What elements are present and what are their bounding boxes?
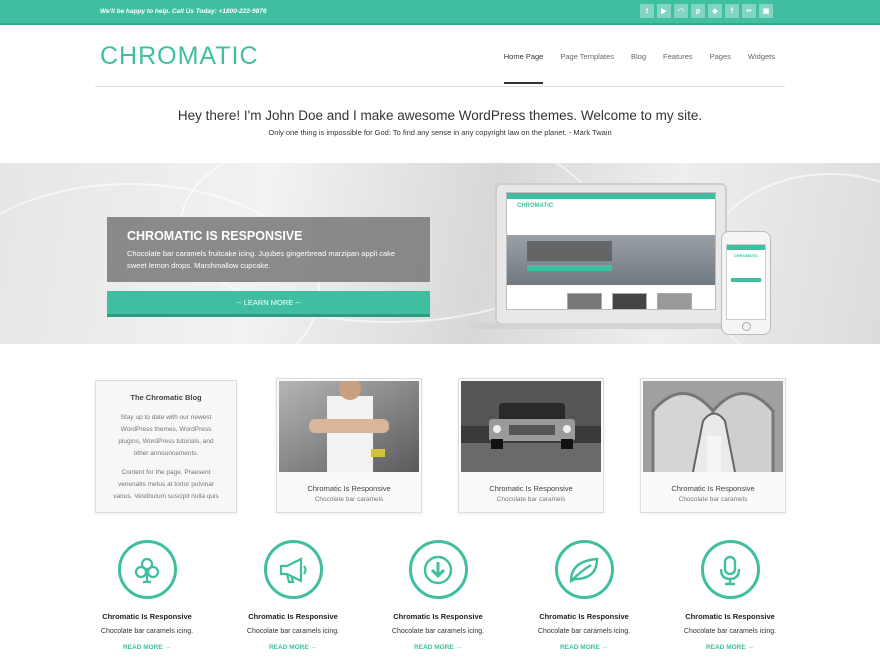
- top-bar: We'll be happy to help. Call Us Today: +…: [0, 0, 880, 25]
- feature-card[interactable]: Chromatic Is Responsive Chocolate bar ca…: [640, 378, 786, 513]
- screen-hero: [507, 235, 715, 285]
- screen-thumb: [657, 293, 692, 309]
- laptop-base: [470, 323, 755, 329]
- phone-mockup: CHROMATIC: [721, 231, 771, 335]
- feature-card[interactable]: Chromatic Is Responsive Chocolate bar ca…: [276, 378, 422, 513]
- club-icon[interactable]: [117, 540, 177, 599]
- card-image-arches: [643, 381, 783, 472]
- intro-heading: Hey there! I'm John Doe and I make aweso…: [177, 108, 703, 123]
- microphone-icon[interactable]: [700, 540, 760, 599]
- phone-home-button: [742, 322, 751, 331]
- feature-text: Chocolate bar caramels icing.: [391, 628, 485, 635]
- site-logo[interactable]: CHROMATIC: [100, 42, 259, 71]
- laptop-mockup: CHROMATIC: [495, 183, 727, 325]
- rss-icon[interactable]: ◠: [674, 4, 688, 18]
- card-title: Chromatic Is Responsive: [489, 484, 573, 493]
- top-bar-tagline: We'll be happy to help. Call Us Today: +…: [100, 8, 267, 15]
- feature-item: Chromatic Is Responsive Chocolate bar ca…: [74, 540, 220, 651]
- nav-pages[interactable]: Pages: [710, 52, 731, 61]
- hero-banner: CHROMATIC IS RESPONSIVE Chocolate bar ca…: [0, 163, 880, 344]
- screen-logo: CHROMATIC: [517, 203, 554, 209]
- hero-text: Chocolate bar caramels fruitcake icing. …: [127, 249, 396, 270]
- feature-title: Chromatic Is Responsive: [248, 612, 338, 621]
- nav-page-templates[interactable]: Page Templates: [560, 52, 614, 61]
- feature-text: Chocolate bar caramels icing.: [683, 628, 777, 635]
- main-nav: Home Page Page Templates Blog Features P…: [503, 52, 775, 84]
- phone-topbar: [727, 245, 765, 250]
- intro-section: Hey there! I'm John Doe and I make aweso…: [0, 108, 880, 137]
- card-image-man: [279, 381, 419, 472]
- card-title: Chromatic Is Responsive: [307, 484, 391, 493]
- screen-caption: [527, 241, 612, 261]
- screen-thumb: [612, 293, 647, 309]
- feature-item: Chromatic Is Responsive Chocolate bar ca…: [511, 540, 657, 651]
- read-more-link[interactable]: READ MORE →: [220, 644, 366, 651]
- read-more-link[interactable]: READ MORE →: [74, 644, 220, 651]
- youtube-icon[interactable]: ▶: [657, 4, 671, 18]
- flickr-icon[interactable]: ••: [742, 4, 756, 18]
- phone-logo: CHROMATIC: [733, 253, 759, 258]
- blog-box-title: The Chromatic Blog: [130, 393, 202, 402]
- read-more-link[interactable]: READ MORE →: [511, 644, 657, 651]
- card-subtitle: Chocolate bar caramels: [314, 496, 384, 503]
- blog-info-box: The Chromatic Blog Stay up to date with …: [95, 380, 237, 513]
- facebook-icon[interactable]: f: [725, 4, 739, 18]
- phone-screen: CHROMATIC: [726, 244, 766, 320]
- feature-item: Chromatic Is Responsive Chocolate bar ca…: [220, 540, 366, 651]
- social-links: t ▶ ◠ p ◆ f •• ▣: [640, 4, 773, 18]
- screen-button: [527, 265, 612, 271]
- feature-title: Chromatic Is Responsive: [685, 612, 775, 621]
- nav-widgets[interactable]: Widgets: [748, 52, 775, 61]
- hero-title: CHROMATIC IS RESPONSIVE: [127, 229, 303, 243]
- card-subtitle: Chocolate bar caramels: [678, 496, 748, 503]
- screen-topbar: [507, 193, 715, 199]
- feature-title: Chromatic Is Responsive: [539, 612, 629, 621]
- dropbox-icon[interactable]: ◆: [708, 4, 722, 18]
- card-subtitle: Chocolate bar caramels: [496, 496, 566, 503]
- feature-title: Chromatic Is Responsive: [393, 612, 483, 621]
- twitter-icon[interactable]: t: [640, 4, 654, 18]
- pinterest-icon[interactable]: p: [691, 4, 705, 18]
- hero-caption: CHROMATIC IS RESPONSIVE Chocolate bar ca…: [107, 217, 430, 282]
- screen-thumb: [567, 293, 602, 309]
- blog-box-text: Content for the page. Praesent venenatis…: [113, 469, 219, 500]
- card-image-car: [461, 381, 601, 472]
- nav-home-page[interactable]: Home Page: [503, 52, 543, 84]
- feature-title: Chromatic Is Responsive: [102, 612, 192, 621]
- blog-box-text: Stay up to date with our newest WordPres…: [118, 414, 214, 457]
- phone-button: [730, 278, 762, 282]
- learn-more-button[interactable]: -- LEARN MORE --: [107, 291, 430, 317]
- nav-blog[interactable]: Blog: [631, 52, 646, 61]
- feature-text: Chocolate bar caramels icing.: [537, 628, 631, 635]
- leaf-icon[interactable]: [554, 540, 614, 599]
- laptop-screen: CHROMATIC: [506, 192, 716, 310]
- feature-text: Chocolate bar caramels icing.: [100, 628, 194, 635]
- feature-item: Chromatic Is Responsive Chocolate bar ca…: [657, 540, 803, 651]
- android-icon[interactable]: ▣: [759, 4, 773, 18]
- intro-quote: Only one thing is impossible for God: To…: [268, 128, 612, 137]
- site-header: CHROMATIC Home Page Page Templates Blog …: [95, 25, 785, 87]
- nav-features[interactable]: Features: [663, 52, 693, 61]
- feature-card[interactable]: Chromatic Is Responsive Chocolate bar ca…: [458, 378, 604, 513]
- read-more-link[interactable]: READ MORE →: [365, 644, 511, 651]
- feature-item: Chromatic Is Responsive Chocolate bar ca…: [365, 540, 511, 651]
- read-more-link[interactable]: READ MORE →: [657, 644, 803, 651]
- feature-text: Chocolate bar caramels icing.: [246, 628, 340, 635]
- megaphone-icon[interactable]: [263, 540, 323, 599]
- card-title: Chromatic Is Responsive: [671, 484, 755, 493]
- download-icon[interactable]: [408, 540, 468, 599]
